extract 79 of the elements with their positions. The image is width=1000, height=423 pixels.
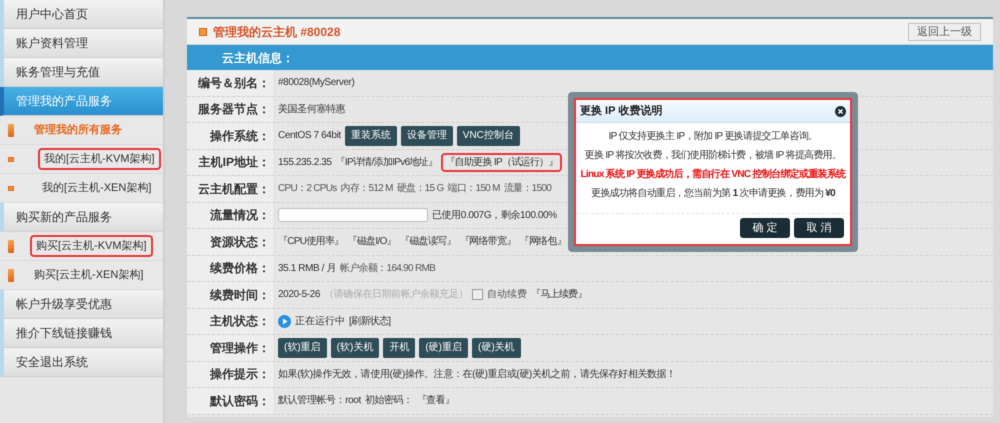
action-button[interactable]: (软)重启 <box>278 338 327 358</box>
action-button[interactable]: (硬)重启 <box>419 338 468 358</box>
row-label: 服务器节点： <box>198 101 270 118</box>
bar-icon <box>8 268 14 282</box>
row-label: 续费时间： <box>210 286 270 304</box>
close-icon[interactable] <box>835 106 846 116</box>
link[interactable]: 『马上续费』 <box>531 287 587 302</box>
row-label: 资源状态： <box>210 234 270 251</box>
sidebar-subitem[interactable]: 我的[云主机-KVM架构] <box>38 148 161 170</box>
panel-title: 管理我的云主机 #80028 <box>213 24 340 40</box>
sidebar-subitem[interactable]: 我的[云主机-XEN架构] <box>38 179 156 197</box>
section-header: 云主机信息： <box>187 45 993 70</box>
value-text: 155.235.2.35 <box>278 156 332 170</box>
value-text: 初始密码： <box>364 394 413 408</box>
dialog-text: 更换 IP 将按次收费，我们使用阶梯计费，被墙 IP 将提高费用。 <box>584 148 842 163</box>
row-label: 管理操作： <box>210 340 270 357</box>
row-label: 编号＆别名： <box>198 74 270 92</box>
sidebar-item[interactable]: 账务管理与充值 <box>0 58 163 87</box>
sidebar-subitem[interactable]: 购买[云主机-KVM架构] <box>30 235 153 257</box>
link[interactable]: 『自助更换 IP（试运行）』 <box>441 152 562 172</box>
square-icon <box>8 156 14 162</box>
value-text: 2020-5-26 <box>278 288 320 302</box>
dialog-button[interactable]: 确 定 <box>740 218 790 238</box>
value-text: CentOS 7 64bit <box>278 129 341 144</box>
sidebar-subitem[interactable]: 购买[云主机-XEN架构] <box>30 266 148 284</box>
auto-renew-checkbox[interactable]: 自动续费 <box>472 287 528 302</box>
link[interactable]: 『网络带宽』 <box>460 234 516 250</box>
row-label: 操作系统： <box>210 128 270 145</box>
sidebar-item[interactable]: 推介下线链接赚钱 <box>0 319 163 348</box>
dialog-text: 更换成功将自动重启，您当前为第 1 次申请更换，费用为 ¥0 <box>590 186 836 201</box>
status-text: 正在运行中 <box>295 314 345 329</box>
action-button[interactable]: (软)关机 <box>330 338 380 358</box>
back-button[interactable]: 返回上一级 <box>908 22 981 40</box>
dialog-title: 更换 IP 收费说明 <box>580 104 662 119</box>
action-button[interactable]: VNC控制台 <box>456 126 520 146</box>
link[interactable]: 『磁盘I/O』 <box>348 234 396 250</box>
play-icon <box>278 314 291 328</box>
row-label: 流量情况： <box>210 207 270 224</box>
spec-text: 硬盘：15 G <box>396 182 444 196</box>
link[interactable]: 『网络包』 <box>520 234 566 250</box>
value-text: 35.1 RMB / 月 <box>278 262 336 276</box>
value-text: 已使用0.007G，剩余100.00% <box>432 208 557 223</box>
square-icon <box>199 28 207 36</box>
value-text: 如果(软)操作无效，请使用(硬)操作。注意：在(硬)重启或(硬)关机之前，请先保存好相关数据！ <box>278 368 676 382</box>
spec-text: 流量：1500 <box>504 182 552 196</box>
row-label: 主机IP地址： <box>198 154 270 172</box>
value-text: 默认管理帐号：root <box>278 394 361 408</box>
spec-text: CPU：2 CPUs <box>278 182 337 196</box>
value-text: 美国圣何塞特惠 <box>278 102 346 117</box>
link[interactable]: 『磁盘读写』 <box>400 234 456 250</box>
dialog-text: IP 仅支持更换主 IP，附加 IP 更换请提交工单咨询。 <box>608 130 818 144</box>
sidebar-item[interactable]: 账户资料管理 <box>0 29 163 58</box>
spec-text: 帐户余额：164.90 RMB <box>340 262 436 276</box>
square-icon <box>8 186 14 190</box>
sidebar-item[interactable]: 用户中心首页 <box>0 0 163 29</box>
row-label: 续费价格： <box>210 260 270 278</box>
dialog-button[interactable]: 取 消 <box>794 218 844 238</box>
spec-text: 端口：150 M <box>448 182 500 196</box>
action-button[interactable]: 重装系统 <box>344 126 397 146</box>
sidebar-item[interactable]: 购买新的产品服务 <box>0 203 163 232</box>
action-button[interactable]: 设备管理 <box>400 126 453 146</box>
action-button[interactable]: (硬)关机 <box>472 338 521 358</box>
row-label: 默认密码： <box>210 392 270 410</box>
spec-text: 内存：512 M <box>340 182 393 196</box>
sidebar-item[interactable]: 安全退出系统 <box>0 348 163 377</box>
link[interactable]: 『CPU使用率』 <box>278 234 344 250</box>
sidebar-item[interactable]: 帐户升级享受优惠 <box>0 290 163 319</box>
row-label: 云主机配置： <box>198 180 270 198</box>
link[interactable]: 『查看』 <box>416 393 454 408</box>
link[interactable]: 『IP详情/添加IPv6地址』 <box>336 154 438 170</box>
row-label: 操作提示： <box>210 366 270 384</box>
bar-icon <box>8 240 14 252</box>
dialog-text: Linux 系统 IP 更换成功后，需自行在 VNC 控制台绑定或重装系统 <box>580 167 846 182</box>
row-label: 主机状态： <box>210 313 270 330</box>
note-text: （请确保在日期前帐户余额充足） <box>324 288 468 302</box>
action-button[interactable]: 开机 <box>383 338 416 358</box>
value-text: #80028(MyServer) <box>278 76 354 90</box>
link[interactable]: [刷新状态] <box>349 314 390 329</box>
bar-icon <box>8 124 14 136</box>
